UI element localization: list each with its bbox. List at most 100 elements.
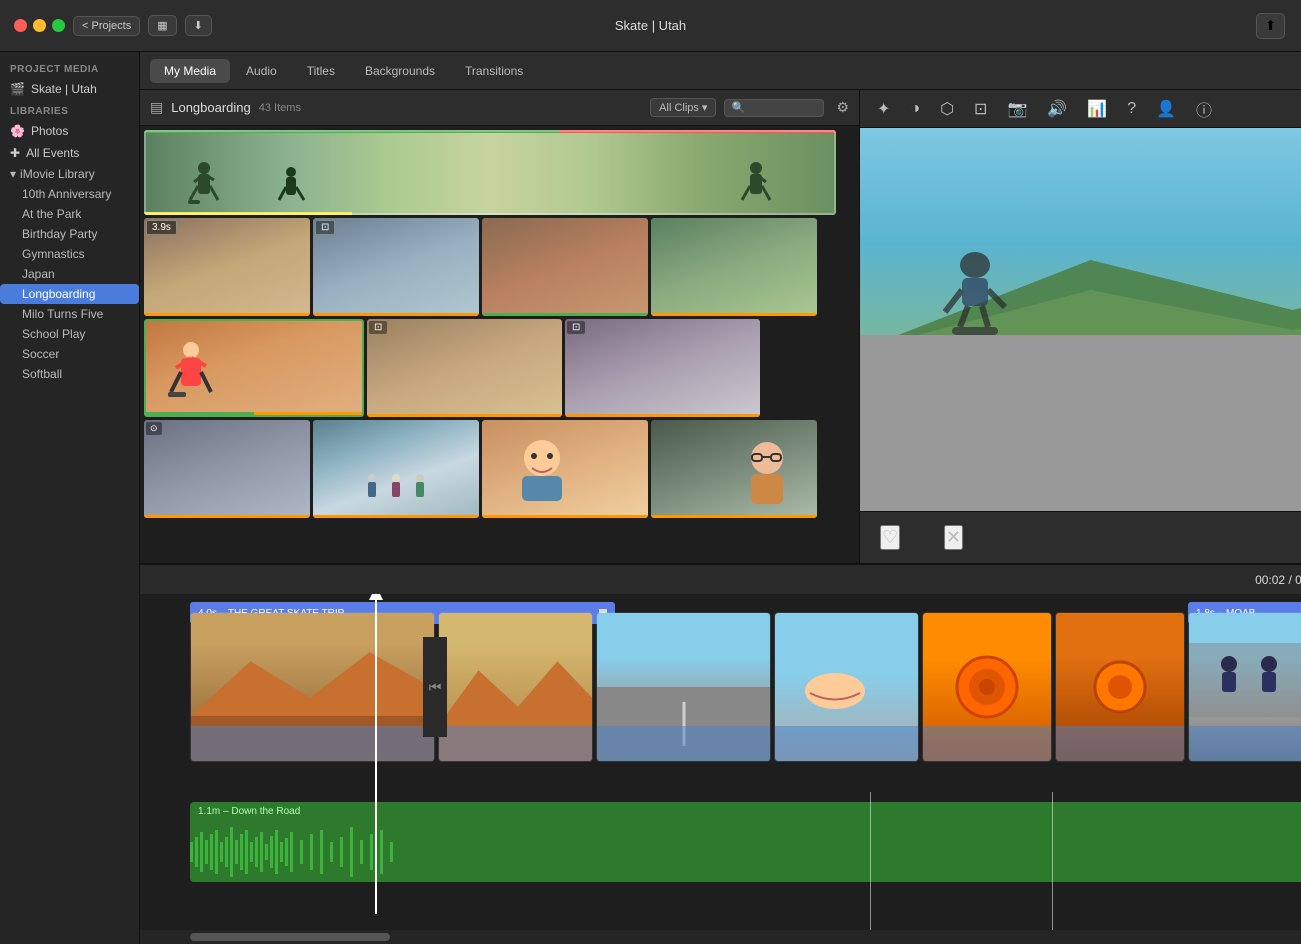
sidebar: PROJECT MEDIA 🎬 Skate | Utah LIBRARIES 🌸… — [0, 52, 140, 944]
media-clip-4c[interactable] — [482, 420, 648, 518]
like-button[interactable]: ♡ — [880, 525, 900, 550]
all-clips-label: All Clips — [659, 102, 699, 114]
skater-thumb-icon3 — [736, 160, 776, 210]
sidebar-item-softball[interactable]: Softball — [0, 364, 139, 384]
audio-track[interactable]: 1.1m – Down the Road — [190, 802, 1301, 902]
trans-icon: ⏮ — [429, 679, 442, 696]
sidebar-item-japan[interactable]: Japan — [0, 264, 139, 284]
pos-line-1 — [870, 792, 871, 930]
clip-wave-6 — [1056, 726, 1184, 761]
scroll-thumb[interactable] — [190, 933, 390, 941]
clip-wave-1 — [191, 726, 434, 761]
grid-view-button[interactable]: ▦ — [148, 15, 176, 36]
audio-clip-label: 1.1m – Down the Road — [198, 806, 300, 817]
sidebar-item-longboarding[interactable]: Longboarding — [0, 284, 139, 304]
sidebar-item-milo-turns-five[interactable]: Milo Turns Five — [0, 304, 139, 324]
imovie-library-label: iMovie Library — [20, 167, 95, 181]
crop-tool-button[interactable]: ⊡ — [969, 96, 992, 122]
sidebar-item-photos[interactable]: 🌸 Photos — [0, 120, 139, 142]
palette-tool-button[interactable]: ⬡ — [935, 96, 959, 122]
media-clip-2b[interactable]: ⊡ — [313, 218, 479, 316]
video-clip-3[interactable] — [596, 612, 771, 762]
chart-tool-button[interactable]: 📊 — [1082, 96, 1112, 122]
sidebar-item-gymnastics[interactable]: Gymnastics — [0, 244, 139, 264]
help-tool-button[interactable]: ? — [1122, 97, 1141, 121]
video-clip-6[interactable] — [1055, 612, 1185, 762]
traffic-lights — [0, 19, 65, 32]
sidebar-item-all-events[interactable]: ✚ All Events — [0, 142, 139, 164]
video-clip-2[interactable] — [438, 612, 593, 762]
gear-icon[interactable]: ⚙ — [836, 99, 849, 116]
clip-wave-2 — [439, 726, 592, 761]
media-clip-3c[interactable]: ⊡ — [565, 319, 760, 417]
color-tool-button[interactable]: ◑ — [905, 97, 925, 121]
upload-icon: ⬆ — [1265, 18, 1276, 33]
titlebar: < Projects ▦ ⬇ Skate | Utah ⬆ — [0, 0, 1301, 52]
imovie-library-disclosure[interactable]: ▾ iMovie Library — [0, 164, 139, 184]
video-clip-5[interactable] — [922, 612, 1052, 762]
playhead-head — [369, 594, 383, 600]
tab-transitions[interactable]: Transitions — [451, 59, 537, 83]
maximize-button[interactable] — [52, 19, 65, 32]
upper-section: ▤ Longboarding 43 Items All Clips ▾ ⚙ — [140, 90, 1301, 564]
audio-clip[interactable]: 1.1m – Down the Road — [190, 802, 1301, 882]
timeline-tracks[interactable]: 4.0s – THE GREAT SKATE TRIP 1.8s – MOAB — [140, 594, 1301, 930]
video-clip-1[interactable] — [190, 612, 435, 762]
media-clip-2a[interactable]: 3.9s — [144, 218, 310, 316]
video-clip-4[interactable] — [774, 612, 919, 762]
media-clip-4d[interactable] — [651, 420, 817, 518]
wheel2-icon — [1090, 657, 1150, 717]
glasses-person-icon — [737, 438, 797, 513]
tracks-container: 4.0s – THE GREAT SKATE TRIP 1.8s – MOAB — [190, 602, 1301, 922]
road — [860, 335, 1301, 511]
layout-icon[interactable]: ▤ — [150, 99, 163, 116]
clip-wave-3 — [597, 726, 770, 761]
sidebar-item-soccer[interactable]: Soccer — [0, 344, 139, 364]
projects-button[interactable]: < Projects — [73, 16, 140, 36]
sidebar-photos-label: Photos — [31, 124, 68, 138]
camera-tool-button[interactable]: 📷 — [1002, 96, 1032, 122]
car-scene-icon — [795, 671, 875, 731]
magic-tool-button[interactable]: ✦ — [872, 96, 895, 122]
media-clip-3a[interactable] — [144, 319, 364, 417]
media-clip-4a[interactable]: ⊙ — [144, 420, 310, 518]
all-clips-button[interactable]: All Clips ▾ — [650, 98, 716, 117]
libraries-label: LIBRARIES — [0, 100, 139, 120]
upload-button[interactable]: ⬆ — [1256, 13, 1285, 39]
person-icon-3 — [410, 473, 430, 508]
tab-titles[interactable]: Titles — [293, 59, 349, 83]
media-clip-3b[interactable]: ⊡ — [367, 319, 562, 417]
tab-backgrounds[interactable]: Backgrounds — [351, 59, 449, 83]
playhead[interactable] — [375, 594, 377, 914]
trans-handle-1[interactable]: ⏮ — [423, 637, 447, 737]
dislike-button[interactable]: ✕ — [944, 525, 963, 550]
media-clip-2d[interactable] — [651, 218, 817, 316]
download-button[interactable]: ⬇ — [185, 15, 212, 36]
minimize-button[interactable] — [33, 19, 46, 32]
media-clip-4b[interactable] — [313, 420, 479, 518]
sidebar-item-at-the-park[interactable]: At the Park — [0, 204, 139, 224]
face-tool-button[interactable]: 👤 — [1151, 96, 1181, 122]
tab-audio[interactable]: Audio — [232, 59, 291, 83]
project-media-label: PROJECT MEDIA — [0, 58, 139, 78]
colorful-skater-icon — [166, 340, 216, 410]
info-tool-button[interactable]: ⓘ — [1191, 94, 1217, 124]
audio-waveform: /* Waveform is representational */ — [190, 822, 1301, 882]
search-input[interactable] — [724, 99, 824, 117]
media-clip-row1[interactable] — [144, 130, 836, 215]
media-row-2: 3.9s ⊡ — [144, 218, 836, 316]
audio-tool-button[interactable]: 🔊 — [1042, 96, 1072, 122]
sidebar-item-school-play[interactable]: School Play — [0, 324, 139, 344]
tab-my-media[interactable]: My Media — [150, 59, 230, 83]
media-clip-2c[interactable] — [482, 218, 648, 316]
sidebar-item-10th-anniversary[interactable]: 10th Anniversary — [0, 184, 139, 204]
titlebar-right: ⬆ — [1256, 13, 1285, 39]
video-clip-7[interactable] — [1188, 612, 1301, 762]
timeline: 00:02 / 01:10 Settings 4.0s – THE GREAT … — [140, 564, 1301, 944]
film-icon: 🎬 — [10, 82, 25, 96]
bottom-scrollbar — [140, 930, 1301, 944]
media-grid: 3.9s ⊡ — [140, 126, 859, 563]
sidebar-item-project[interactable]: 🎬 Skate | Utah — [0, 78, 139, 100]
sidebar-item-birthday-party[interactable]: Birthday Party — [0, 224, 139, 244]
close-button[interactable] — [14, 19, 27, 32]
